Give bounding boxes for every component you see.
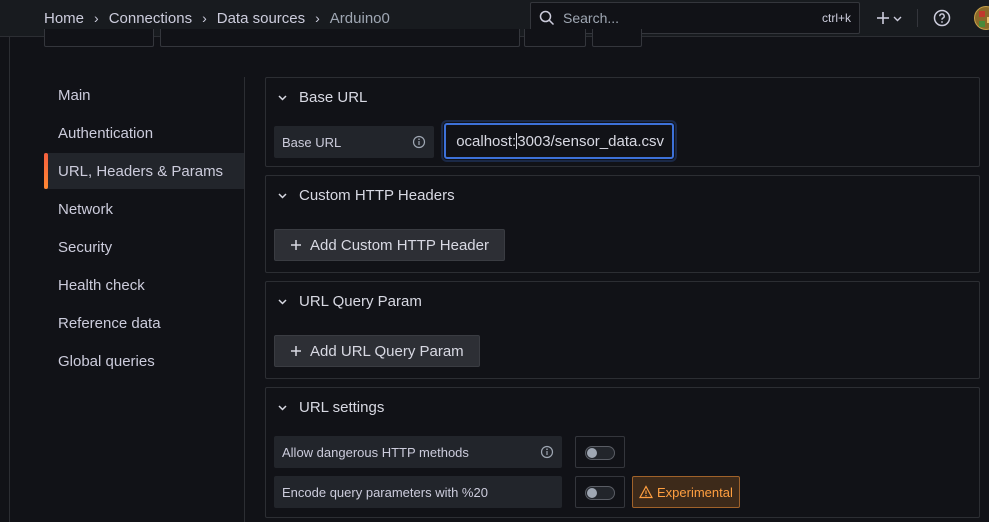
custom-headers-header[interactable]: Custom HTTP Headers xyxy=(278,186,455,204)
nav-item-network[interactable]: Network xyxy=(44,191,244,227)
encode-query-label: Encode query parameters with %20 xyxy=(274,476,562,508)
add-custom-header-button[interactable]: Add Custom HTTP Header xyxy=(274,229,505,261)
breadcrumb-current: Arduino0 xyxy=(329,9,390,27)
help-icon xyxy=(933,9,951,27)
base-url-section: Base URL Base URL ocalhost: 3003/sensor_d… xyxy=(265,77,980,167)
plus-icon xyxy=(877,12,889,24)
query-param-section: URL Query Param Add URL Query Param xyxy=(265,281,980,379)
query-param-title: URL Query Param xyxy=(299,292,422,310)
breadcrumb: Home › Connections › Data sources › Ardu… xyxy=(44,9,390,27)
breadcrumb-home[interactable]: Home xyxy=(44,10,84,27)
avatar[interactable] xyxy=(974,6,989,30)
help-button[interactable] xyxy=(932,8,952,28)
info-icon[interactable] xyxy=(412,135,426,149)
search-shortcut: ctrl+k xyxy=(821,11,851,25)
query-param-header[interactable]: URL Query Param xyxy=(278,292,422,310)
nav-item-security[interactable]: Security xyxy=(44,229,244,265)
chevron-down-icon xyxy=(278,192,287,199)
chevron-right-icon: › xyxy=(315,10,320,26)
chevron-down-icon xyxy=(278,404,287,411)
nav-item-health-check[interactable]: Health check xyxy=(44,267,244,303)
custom-headers-section: Custom HTTP Headers Add Custom HTTP Head… xyxy=(265,175,980,273)
search-icon xyxy=(539,10,555,26)
base-url-label: Base URL xyxy=(274,126,434,158)
left-rail xyxy=(0,37,10,522)
info-icon[interactable] xyxy=(540,445,554,459)
encode-query-toggle[interactable] xyxy=(575,476,625,508)
plus-icon xyxy=(291,240,301,250)
base-url-header[interactable]: Base URL xyxy=(278,88,367,106)
chevron-right-icon: › xyxy=(202,10,207,26)
chevron-down-icon xyxy=(278,94,287,101)
breadcrumb-connections[interactable]: Connections xyxy=(109,10,192,27)
settings-sidenav: Main Authentication URL, Headers & Param… xyxy=(44,77,245,522)
nav-item-global-queries[interactable]: Global queries xyxy=(44,343,244,379)
dangerous-methods-label: Allow dangerous HTTP methods xyxy=(274,436,562,468)
add-query-param-button[interactable]: Add URL Query Param xyxy=(274,335,480,367)
nav-item-url-headers-params[interactable]: URL, Headers & Params xyxy=(44,153,244,189)
url-settings-header[interactable]: URL settings xyxy=(278,398,384,416)
base-url-title: Base URL xyxy=(299,88,368,106)
dangerous-methods-toggle[interactable] xyxy=(575,436,625,468)
chevron-down-icon xyxy=(278,298,287,305)
url-settings-section: URL settings Allow dangerous HTTP method… xyxy=(265,387,980,518)
cropped-form-row xyxy=(44,29,644,49)
toolbar-divider xyxy=(917,9,918,27)
chevron-right-icon: › xyxy=(94,10,99,26)
search-placeholder: Search... xyxy=(563,10,620,26)
new-button[interactable] xyxy=(872,6,906,30)
base-url-input[interactable]: ocalhost: 3003/sensor_data.csv xyxy=(444,123,674,159)
plus-icon xyxy=(291,346,301,356)
url-settings-title: URL settings xyxy=(299,398,385,416)
nav-item-main[interactable]: Main xyxy=(44,77,244,113)
experimental-badge: Experimental xyxy=(632,476,740,508)
chevron-down-icon xyxy=(893,16,902,21)
custom-headers-title: Custom HTTP Headers xyxy=(299,186,455,204)
nav-item-reference-data[interactable]: Reference data xyxy=(44,305,244,341)
nav-item-authentication[interactable]: Authentication xyxy=(44,115,244,151)
warning-icon xyxy=(639,485,653,499)
breadcrumb-data-sources[interactable]: Data sources xyxy=(217,10,305,27)
